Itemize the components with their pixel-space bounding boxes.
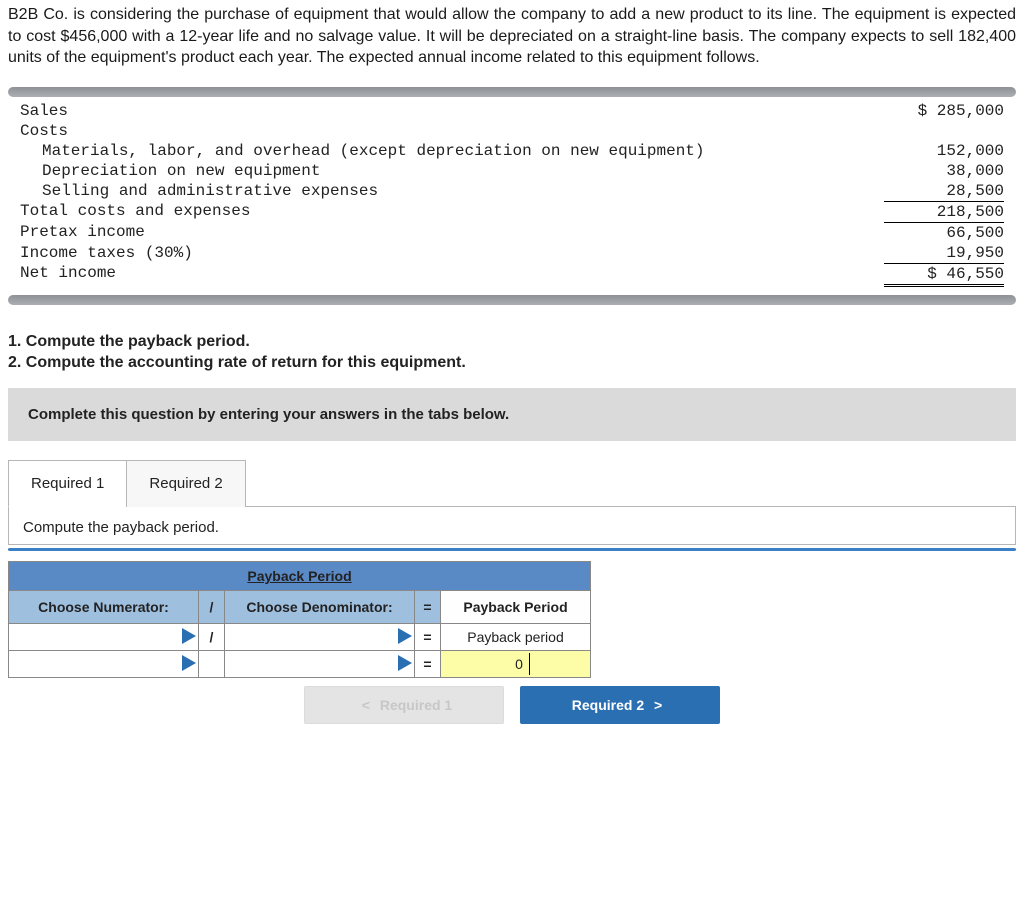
- pretax-value: 66,500: [884, 222, 1004, 243]
- result-header: Payback Period: [441, 590, 591, 623]
- selling-label: Selling and administrative expenses: [20, 181, 884, 201]
- prev-button: < Required 1: [304, 686, 504, 724]
- net-income-label: Net income: [20, 263, 884, 287]
- tab-bar: Required 1 Required 2: [8, 459, 1016, 507]
- chevron-left-icon: <: [356, 697, 376, 713]
- depreciation-label: Depreciation on new equipment: [20, 161, 884, 181]
- result-value-cell[interactable]: 0: [441, 650, 591, 677]
- taxes-value: 19,950: [884, 243, 1004, 263]
- question-list: 1. Compute the payback period. 2. Comput…: [8, 331, 1016, 374]
- selling-value: 28,500: [884, 181, 1004, 201]
- taxes-label: Income taxes (30%): [20, 243, 884, 263]
- divider: [8, 548, 1016, 551]
- numerator-header: Choose Numerator:: [9, 590, 199, 623]
- chevron-right-icon: >: [648, 697, 668, 713]
- total-costs-label: Total costs and expenses: [20, 201, 884, 222]
- numerator-dropdown[interactable]: [9, 623, 199, 650]
- equals-op-1: =: [415, 623, 441, 650]
- payback-title: Payback Period: [9, 561, 591, 590]
- scrollbar-bottom[interactable]: [8, 295, 1016, 305]
- divide-header: /: [199, 590, 225, 623]
- divide-op: /: [199, 623, 225, 650]
- income-statement-table: Sales $ 285,000 Costs Materials, labor, …: [20, 101, 1004, 287]
- denominator-header: Choose Denominator:: [225, 590, 415, 623]
- denominator-dropdown[interactable]: [225, 623, 415, 650]
- tab-required-2[interactable]: Required 2: [126, 460, 245, 507]
- denominator-input[interactable]: [225, 650, 415, 677]
- equals-op-2: =: [415, 650, 441, 677]
- sales-value: $ 285,000: [884, 101, 1004, 121]
- costs-label: Costs: [20, 121, 884, 141]
- chevron-right-icon: [398, 655, 412, 671]
- next-button[interactable]: Required 2 >: [520, 686, 720, 724]
- chevron-right-icon: [182, 655, 196, 671]
- total-costs-value: 218,500: [884, 201, 1004, 222]
- scrollbar-top[interactable]: [8, 87, 1016, 97]
- materials-label: Materials, labor, and overhead (except d…: [20, 141, 884, 161]
- result-label: Payback period: [441, 623, 591, 650]
- tab-required-1[interactable]: Required 1: [8, 460, 127, 507]
- net-income-value: $ 46,550: [884, 263, 1004, 287]
- depreciation-value: 38,000: [884, 161, 1004, 181]
- instruction-banner: Complete this question by entering your …: [8, 388, 1016, 441]
- numerator-input[interactable]: [9, 650, 199, 677]
- question-1: 1. Compute the payback period.: [8, 333, 250, 350]
- tab-instruction: Compute the payback period.: [8, 507, 1016, 545]
- equals-header: =: [415, 590, 441, 623]
- problem-statement: B2B Co. is considering the purchase of e…: [8, 4, 1016, 69]
- chevron-right-icon: [398, 628, 412, 644]
- materials-value: 152,000: [884, 141, 1004, 161]
- sales-label: Sales: [20, 101, 884, 121]
- divide-op-2: [199, 650, 225, 677]
- payback-table: Payback Period Choose Numerator: / Choos…: [8, 561, 594, 678]
- question-2: 2. Compute the accounting rate of return…: [8, 354, 466, 371]
- chevron-right-icon: [182, 628, 196, 644]
- pretax-label: Pretax income: [20, 222, 884, 243]
